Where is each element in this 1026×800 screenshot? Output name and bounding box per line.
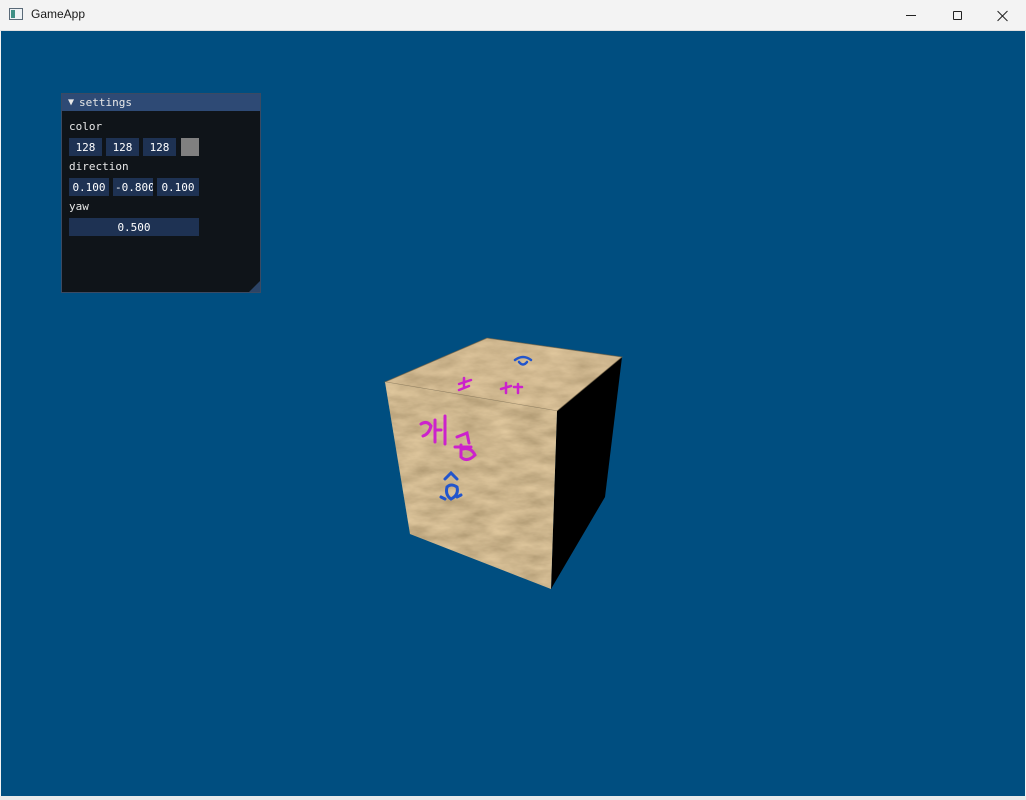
close-button[interactable]: [980, 0, 1026, 31]
minimize-button[interactable]: [888, 0, 934, 31]
color-swatch[interactable]: [181, 138, 199, 156]
color-g-field[interactable]: 128: [106, 138, 139, 156]
settings-panel-header[interactable]: ▼ settings: [62, 94, 260, 111]
color-r-field[interactable]: 128: [69, 138, 102, 156]
direction-z-field[interactable]: 0.100: [157, 178, 199, 196]
settings-panel[interactable]: ▼ settings color 128 128 128 direction 0…: [61, 93, 261, 293]
yaw-slider[interactable]: 0.500: [69, 218, 199, 236]
color-b-field[interactable]: 128: [143, 138, 176, 156]
direction-x-field[interactable]: 0.100: [69, 178, 109, 196]
close-icon: [997, 10, 1009, 22]
window-bottom-edge: [0, 796, 1026, 800]
app-window-icon: [9, 8, 23, 20]
settings-panel-title: settings: [79, 96, 133, 109]
collapse-arrow-icon[interactable]: ▼: [68, 97, 74, 108]
resize-grip-icon[interactable]: [249, 281, 260, 292]
cube-front-face: [385, 382, 557, 589]
minimize-icon: [906, 15, 916, 16]
direction-label: direction: [69, 160, 129, 173]
window-title: GameApp: [31, 7, 86, 21]
title-bar[interactable]: GameApp: [0, 0, 1026, 31]
direction-y-field[interactable]: -0.800: [113, 178, 153, 196]
maximize-button[interactable]: [934, 0, 980, 31]
game-viewport[interactable]: ▼ settings color 128 128 128 direction 0…: [1, 31, 1025, 800]
yaw-label: yaw: [69, 200, 89, 213]
color-label: color: [69, 120, 103, 133]
maximize-icon: [952, 11, 962, 20]
